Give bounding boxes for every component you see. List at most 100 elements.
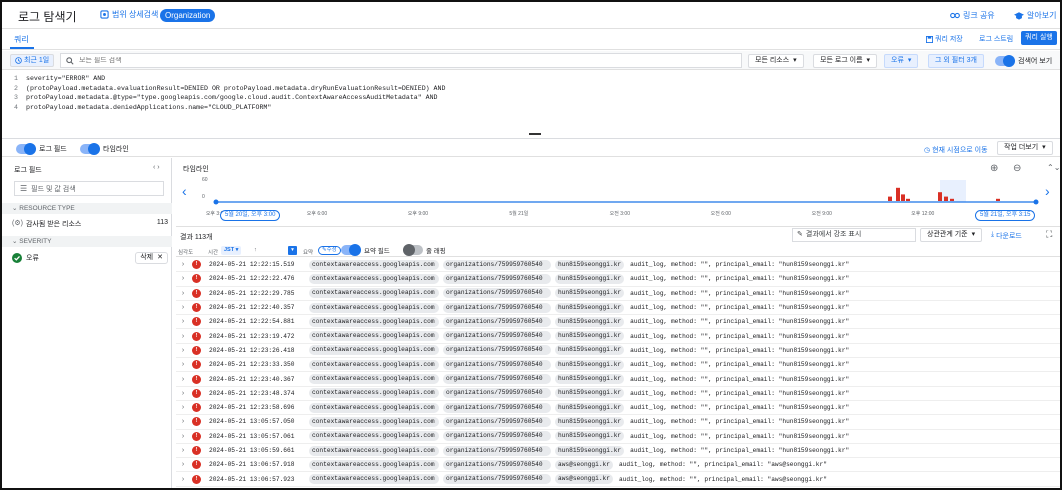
highlight-search[interactable]: ✎ 결과에서 강조 표시 [792,228,916,242]
timeline-bar[interactable] [950,198,954,201]
table-row[interactable]: ›! 2024-05-21 13:05:59.661 contextawareacc… [176,444,1060,459]
wrap-lines-toggle[interactable]: 줄 래핑 [403,244,446,256]
table-row[interactable]: ›! 2024-05-21 12:23:33.350 contextawareacc… [176,358,1060,373]
search-all-fields[interactable] [60,53,742,68]
range-start-chip[interactable]: 5월 20일, 오후 3:00 [220,210,281,221]
table-row[interactable]: ›! 2024-05-21 12:23:19.472 contextawareacc… [176,329,1060,344]
table-row[interactable]: ›! 2024-05-21 12:23:26.418 contextawareacc… [176,344,1060,359]
jump-to-now-button[interactable]: ◷ 현재 시점으로 이동 [924,145,988,155]
service-chip[interactable]: contextawareaccess.googleapis.com [309,359,439,370]
fullscreen-icon[interactable]: ⛶ [1046,229,1052,240]
severity-dropdown[interactable]: 오류 ▾ [884,54,919,68]
zoom-out-icon[interactable]: ⊖ [1013,163,1021,174]
summary-fields-toggle[interactable]: 요약 필드 [341,244,390,256]
user-chip[interactable]: hun8159seonggi.kr [555,345,625,356]
correlate-dropdown[interactable]: 상관관계 기준 ▾ [920,228,983,242]
timeline-bar[interactable] [901,194,905,201]
table-row[interactable]: ›! 2024-05-21 12:22:22.476 contextawareacc… [176,272,1060,287]
toggle-switch[interactable] [80,143,100,155]
col-time[interactable]: 시간 [208,248,218,256]
toggle-switch[interactable] [341,244,361,256]
query-line[interactable]: protoPayload.metadata.@type="type.google… [26,94,438,101]
toggle-switch[interactable] [403,244,423,256]
service-chip[interactable]: contextawareaccess.googleapis.com [309,288,439,299]
expand-chevron-icon[interactable]: › [178,376,188,383]
org-chip[interactable]: organizations/759959760540 [443,288,551,299]
zoom-in-icon[interactable]: ⊕ [990,163,998,174]
more-actions-dropdown[interactable]: 작업 더보기 ▾ [997,141,1053,155]
table-row[interactable]: ›! 2024-05-21 12:22:15.519 contextawareacc… [176,258,1060,273]
learn-button[interactable]: 알아보기 [1014,10,1056,21]
expand-chevron-icon[interactable]: › [178,433,188,440]
user-chip[interactable]: hun8159seonggi.kr [555,402,625,413]
sort-arrow-icon[interactable]: ↑ [254,247,257,253]
service-chip[interactable]: contextawareaccess.googleapis.com [309,345,439,356]
service-chip[interactable]: contextawareaccess.googleapis.com [309,445,439,456]
expand-chevron-icon[interactable]: › [178,333,188,340]
edit-summary-button[interactable]: ✎수정 [318,246,341,255]
user-chip[interactable]: hun8159seonggi.kr [555,431,625,442]
service-chip[interactable]: contextawareaccess.googleapis.com [309,331,439,342]
user-chip[interactable]: aws@seonggi.kr [555,474,613,485]
org-chip[interactable]: organizations/759959760540 [443,302,551,313]
expand-chevron-icon[interactable]: › [178,304,188,311]
org-chip[interactable]: organizations/759959760540 [443,316,551,327]
expand-chevron-icon[interactable]: › [178,390,188,397]
user-chip[interactable]: hun8159seonggi.kr [555,273,625,284]
table-row[interactable]: ›! 2024-05-21 13:06:57.923 contextawareacc… [176,472,1060,487]
query-editor[interactable]: 1 severity="ERROR" AND 2 (protoPayload.meta… [2,71,1060,137]
user-chip[interactable]: aws@seonggi.kr [555,459,613,470]
user-chip[interactable]: hun8159seonggi.kr [555,331,625,342]
run-query-button[interactable]: 쿼리 실행 [1021,31,1057,45]
timeline-bar[interactable] [996,198,1000,201]
search-input[interactable] [79,57,679,64]
table-row[interactable]: ›! 2024-05-21 13:05:57.061 contextawareacc… [176,430,1060,444]
section-severity[interactable]: ⌄ SEVERITY [2,236,172,247]
clear-filter-button[interactable]: 삭제 ✕ [135,252,168,264]
service-chip[interactable]: contextawareaccess.googleapis.com [309,459,439,470]
user-chip[interactable]: hun8159seonggi.kr [555,445,625,456]
timeline-next-button[interactable]: › [1045,183,1050,199]
timeline-toggle[interactable]: 타임라인 [80,143,129,155]
org-chip[interactable]: organizations/759959760540 [443,402,551,413]
col-menu-icon[interactable]: ▾ [288,246,297,255]
expand-chevron-icon[interactable]: › [178,418,188,425]
timeline-bar[interactable] [896,187,900,201]
log-fields-toggle[interactable]: 로그 필드 [16,143,67,155]
save-query-button[interactable]: 쿼리 저장 [926,34,963,44]
service-chip[interactable]: contextawareaccess.googleapis.com [309,431,439,442]
user-chip[interactable]: hun8159seonggi.kr [555,288,625,299]
toggle-switch[interactable] [16,143,36,155]
org-chip[interactable]: organizations/759959760540 [443,416,551,427]
field-value-error[interactable]: 오류 삭제 ✕ [12,252,168,264]
expand-chevron-icon[interactable]: › [178,261,188,268]
user-chip[interactable]: hun8159seonggi.kr [555,416,625,427]
service-chip[interactable]: contextawareaccess.googleapis.com [309,388,439,399]
table-row[interactable]: ›! 2024-05-21 12:23:40.367 contextawareacc… [176,372,1060,387]
expand-timeline-icon[interactable]: ⌃⌄ [1047,163,1060,172]
user-chip[interactable]: hun8159seonggi.kr [555,316,625,327]
field-search[interactable]: ☰ 필드 및 값 검색 [14,181,164,196]
table-row[interactable]: ›! 2024-05-21 12:22:40.357 contextawareacc… [176,301,1060,316]
timezone-dropdown[interactable]: JST ▾ [221,246,242,255]
collapse-panel-icon[interactable]: ‹ › [153,164,160,171]
col-summary[interactable]: 요약 [303,248,313,256]
service-chip[interactable]: contextawareaccess.googleapis.com [309,402,439,413]
time-range-button[interactable]: 최근 1일 [10,54,55,67]
timeline-prev-button[interactable]: ‹ [182,183,187,199]
download-button[interactable]: ⤓ 다운로드 [991,231,1022,241]
query-line[interactable]: severity="ERROR" AND [26,75,105,82]
org-chip[interactable]: organizations/759959760540 [443,345,551,356]
org-chip[interactable]: organizations/759959760540 [443,474,551,485]
expand-chevron-icon[interactable]: › [178,361,188,368]
timeline-bar[interactable] [888,196,892,201]
timeline-bar[interactable] [944,196,948,201]
timeline-chart[interactable]: 오후 3:00 오후 6:00 오후 9:00 5월 21일 오전 3:00 오전 6:0… [198,174,1044,226]
expand-chevron-icon[interactable]: › [178,347,188,354]
expand-chevron-icon[interactable]: › [178,318,188,325]
show-query-toggle[interactable]: 검색어 보기 [995,55,1052,67]
user-chip[interactable]: hun8159seonggi.kr [555,359,625,370]
col-severity[interactable]: 심각도 [178,248,193,256]
service-chip[interactable]: contextawareaccess.googleapis.com [309,374,439,385]
timeline-range-handle[interactable] [1033,199,1039,205]
